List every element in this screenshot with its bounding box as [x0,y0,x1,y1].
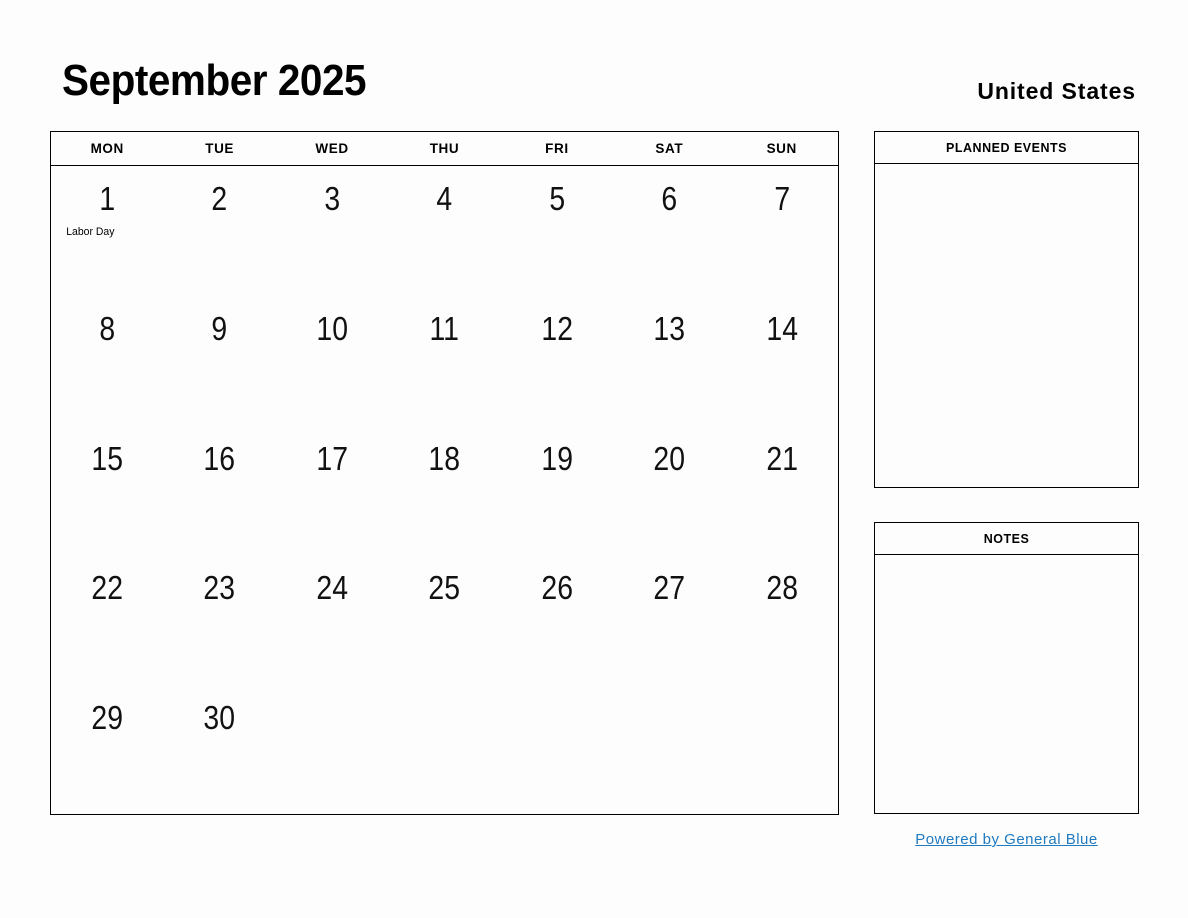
day-cell[interactable]: 29 [51,685,163,815]
day-number: 3 [324,180,340,217]
notes-area[interactable] [875,555,1138,814]
day-cell[interactable]: 10 [276,296,388,426]
day-number: 6 [661,180,678,217]
calendar-weeks: 1 Labor Day 2 3 4 5 6 7 8 9 10 11 12 13 14 15 16 17 18 19 20… [51,166,838,815]
day-cell[interactable]: 16 [163,426,275,556]
day-cell[interactable]: 15 [51,426,163,556]
day-cell[interactable]: 8 [51,296,163,426]
calendar-week-row: 22 23 24 25 26 27 28 [51,555,838,685]
day-number: 4 [436,180,453,217]
day-cell[interactable]: 11 [388,296,500,426]
weekday-header-wed: WED [315,141,349,156]
day-number: 28 [765,569,798,607]
day-cell[interactable]: 25 [388,555,500,685]
day-cell[interactable]: 7 [726,166,838,296]
calendar-week-row: 1 Labor Day 2 3 4 5 6 7 [51,166,838,296]
day-number: 1 [99,180,116,217]
day-number: 19 [541,439,573,477]
day-number: 8 [99,309,116,347]
day-cell[interactable]: 20 [613,426,725,556]
day-cell[interactable]: 4 [388,166,500,296]
day-number: 2 [211,180,228,217]
planned-events-title: PLANNED EVENTS [875,132,1138,164]
calendar-grid: MON TUE WED THU FRI SAT SUN 1 Labor Day 2 3 4 5 6 7 8 9… [50,131,839,815]
day-cell-empty [388,685,500,815]
day-number: 22 [91,569,123,607]
day-cell[interactable]: 3 [276,166,388,296]
day-number: 17 [316,439,348,477]
weekday-header-thu: THU [429,141,460,156]
day-cell[interactable]: 22 [51,555,163,685]
day-cell[interactable]: 6 [613,166,725,296]
day-number: 14 [765,309,798,347]
page-title: September 2025 [62,56,367,105]
weekday-header-row: MON TUE WED THU FRI SAT SUN [51,132,838,166]
weekday-header-fri: FRI [545,141,569,156]
day-cell[interactable]: 1 Labor Day [51,166,163,296]
day-cell[interactable]: 18 [388,426,500,556]
day-number: 7 [773,180,790,217]
calendar-week-row: 8 9 10 11 12 13 14 [51,296,838,426]
day-cell[interactable]: 28 [726,555,838,685]
day-cell-empty [501,685,613,815]
day-number: 18 [428,439,461,477]
day-number: 30 [203,699,236,737]
day-number: 16 [203,439,236,477]
day-cell[interactable]: 27 [613,555,725,685]
day-number: 13 [653,309,686,347]
powered-by-link[interactable]: Powered by General Blue [874,831,1139,848]
day-cell[interactable]: 9 [163,296,275,426]
day-cell[interactable]: 21 [726,426,838,556]
notes-title: NOTES [875,523,1138,555]
weekday-header-mon: MON [90,141,124,156]
day-cell[interactable]: 5 [501,166,613,296]
day-event-label: Labor Day [66,226,115,238]
day-number: 29 [91,699,123,737]
day-cell[interactable]: 30 [163,685,275,815]
weekday-header-sat: SAT [655,141,684,156]
day-cell-empty [726,685,838,815]
day-number: 15 [91,439,123,477]
day-number: 27 [653,569,686,607]
day-number: 5 [549,180,565,217]
country-title: United States [977,78,1136,104]
day-cell[interactable]: 2 [163,166,275,296]
day-cell[interactable]: 12 [501,296,613,426]
day-cell[interactable]: 23 [163,555,275,685]
day-cell-empty [613,685,725,815]
calendar-week-row: 15 16 17 18 19 20 21 [51,426,838,556]
notes-panel: NOTES [874,522,1139,814]
day-number: 25 [428,569,461,607]
day-number: 26 [541,569,573,607]
calendar-week-row: 29 30 [51,685,838,815]
planned-events-panel: PLANNED EVENTS [874,131,1139,488]
day-number: 24 [316,569,348,607]
weekday-header-sun: SUN [766,141,797,156]
day-cell[interactable]: 26 [501,555,613,685]
day-number: 9 [211,309,228,347]
day-cell-empty [276,685,388,815]
day-number: 12 [541,309,573,347]
planned-events-area[interactable] [875,164,1138,488]
weekday-header-tue: TUE [205,141,235,156]
day-number: 10 [316,309,348,347]
day-number: 23 [203,569,236,607]
day-cell[interactable]: 17 [276,426,388,556]
day-cell[interactable]: 24 [276,555,388,685]
day-cell[interactable]: 14 [726,296,838,426]
day-number: 11 [429,309,460,347]
day-number: 20 [653,439,686,477]
day-cell[interactable]: 19 [501,426,613,556]
day-cell[interactable]: 13 [613,296,725,426]
day-number: 21 [765,439,798,477]
